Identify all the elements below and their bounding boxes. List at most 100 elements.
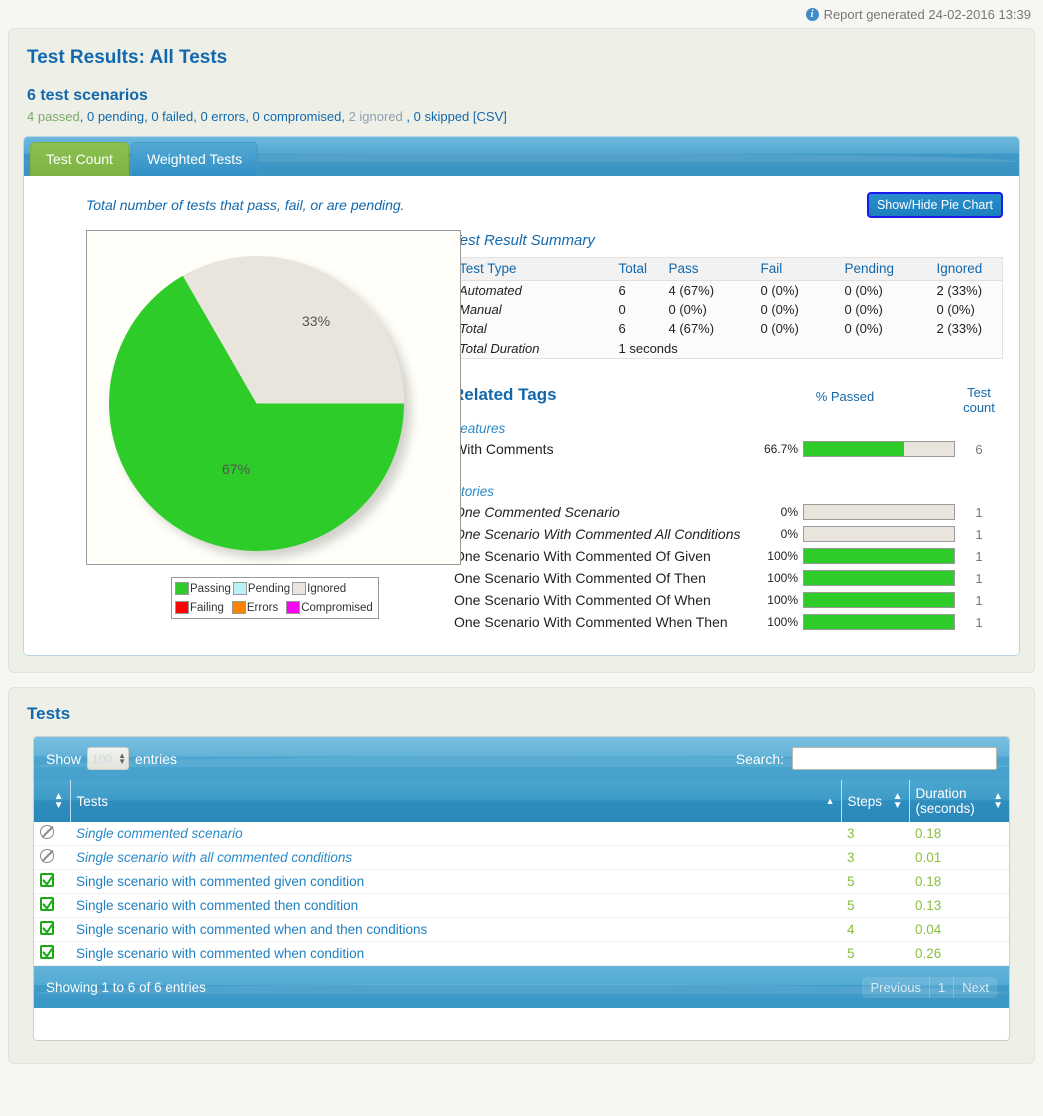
tag-name[interactable]: One Scenario With Commented Of Then — [452, 570, 751, 586]
row-duration-cell: 0.26 — [909, 941, 1009, 966]
tests-col-steps[interactable]: Steps ▲ ▼ — [841, 780, 910, 822]
legend-swatch-failing — [175, 601, 189, 614]
report-generated-bar: i Report generated 24-02-2016 13:39 — [0, 0, 1043, 28]
legend-label-failing: Failing — [190, 601, 224, 614]
summary-ignored-total: 2 (33%) — [936, 321, 983, 336]
search-input[interactable] — [792, 747, 997, 770]
test-result-summary-table: Test Type Total Pass Fail Pending Ignore… — [452, 257, 1003, 359]
test-link[interactable]: Single scenario with commented then cond… — [76, 898, 358, 913]
tag-name[interactable]: With Comments — [452, 441, 751, 457]
legend-swatch-errors — [231, 601, 246, 614]
sort-asc-icon[interactable]: ▲ — [826, 796, 835, 806]
ignored-icon — [40, 825, 54, 839]
test-count-header-line2: count — [963, 400, 995, 415]
sort-icon[interactable]: ▲ ▼ — [993, 792, 1003, 811]
page-title: Test Results: All Tests — [27, 47, 228, 68]
test-link[interactable]: Single scenario with all commented condi… — [76, 850, 352, 865]
tag-row: One Scenario With Commented All Conditio… — [452, 523, 1003, 545]
legend-item-pending: Pending — [232, 582, 291, 595]
sort-icon[interactable]: ▲ ▼ — [893, 792, 903, 811]
test-link[interactable]: Single commented scenario — [76, 826, 243, 841]
tests-col-name[interactable]: Tests ▲ — [70, 780, 842, 822]
tests-table-header-row: ▲ ▼ Tests ▲ Steps ▲ ▼ Duration (seconds)… — [34, 780, 1009, 822]
summary-col-pass: Pass — [662, 257, 755, 281]
tag-progress-bar — [803, 614, 955, 630]
summary-col-test-type: Test Type — [452, 257, 613, 281]
row-name-cell: Single commented scenario — [70, 822, 841, 846]
test-results-panel: Test Results: All Tests 6 test scenarios… — [8, 28, 1035, 673]
tab-weighted-tests[interactable]: Weighted Tests — [130, 142, 259, 176]
pagination-previous[interactable]: Previous — [862, 976, 930, 998]
tests-col-duration-label: Duration (seconds) — [916, 786, 975, 816]
summary-row-total: Total 6 4 (67%) 0 (0%) 0 (0%) 2 (33%) — [453, 319, 1003, 338]
summary-column: Test Result Summary Test Type Total Pass… — [440, 230, 1003, 633]
table-row: Single scenario with commented then cond… — [34, 893, 1009, 918]
tag-row: One Commented Scenario 0% 1 — [452, 501, 1003, 523]
tests-col-name-label: Tests — [76, 793, 109, 809]
tag-name[interactable]: One Scenario With Commented Of Given — [452, 548, 751, 564]
tag-percent: 100% — [767, 549, 798, 563]
legend-swatch-ignored — [292, 582, 307, 595]
show-hide-pie-chart-button[interactable]: Show/Hide Pie Chart — [866, 192, 1003, 218]
test-link[interactable]: Single scenario with commented when and … — [76, 922, 427, 937]
pct-passed-header: % Passed — [815, 389, 875, 404]
csv-link[interactable]: [CSV] — [473, 109, 507, 124]
tag-percent: 0% — [780, 527, 798, 541]
passed-icon — [40, 897, 54, 911]
legend-label-pending: Pending — [247, 582, 291, 595]
tag-name[interactable]: One Commented Scenario — [452, 504, 751, 520]
summary-total-manual: 0 — [618, 302, 626, 317]
row-duration-cell: 0.18 — [909, 869, 1009, 894]
test-link[interactable]: Single scenario with commented when cond… — [76, 946, 364, 961]
row-steps-cell: 3 — [841, 845, 909, 870]
summary-duration-value: 1 seconds — [618, 341, 678, 356]
legend-item-failing: Failing — [175, 601, 224, 614]
tab-test-count[interactable]: Test Count — [30, 142, 129, 176]
tab-panel-columns: 67% 33% Passing Pending Ignored Failing … — [40, 230, 1003, 633]
page-length-select[interactable]: 100 ▲ ▼ — [87, 747, 130, 770]
tag-percent: 66.7% — [763, 442, 798, 456]
pagination-page-1[interactable]: 1 — [929, 976, 954, 998]
tag-row: One Scenario With Commented Of Then 100%… — [452, 567, 1003, 589]
summary-type-total: Total — [459, 321, 487, 336]
row-name-cell: Single scenario with commented then cond… — [70, 893, 841, 918]
spinner-icon[interactable]: ▲ ▼ — [118, 751, 126, 765]
pie-chart-box: 67% 33% — [86, 230, 461, 565]
pagination: Previous 1 Next — [862, 976, 997, 998]
sort-icon[interactable]: ▲ ▼ — [54, 792, 64, 811]
tag-test-count: 6 — [975, 441, 983, 457]
test-link[interactable]: Single scenario with commented given con… — [76, 874, 364, 889]
tag-test-count: 1 — [975, 526, 983, 542]
tag-name[interactable]: One Scenario With Commented All Conditio… — [452, 526, 751, 542]
tag-name[interactable]: One Scenario With Commented Of When — [452, 592, 751, 608]
tag-progress-fill — [804, 549, 954, 563]
tag-progress-fill — [804, 593, 954, 607]
legend-swatch-passing — [175, 582, 189, 595]
tests-col-status[interactable]: ▲ ▼ — [34, 780, 71, 822]
scenario-count-heading: 6 test scenarios — [27, 87, 148, 104]
test-result-summary-title: Test Result Summary — [452, 232, 595, 249]
legend-swatch-pending — [232, 582, 247, 595]
tag-progress-bar — [803, 526, 955, 542]
row-name-cell: Single scenario with commented given con… — [70, 869, 841, 894]
row-steps-cell: 4 — [841, 917, 909, 942]
duration-label-line1: Duration — [915, 786, 967, 801]
passed-icon — [40, 873, 54, 887]
legend-row-top: Passing Pending Ignored — [175, 580, 375, 597]
info-icon: i — [805, 7, 819, 21]
tests-col-duration[interactable]: Duration (seconds) ▲ ▼ — [909, 780, 1009, 822]
test-count-header: Test count — [955, 385, 1003, 415]
tag-test-count: 1 — [975, 592, 983, 608]
pie-slice-label-passing: 67% — [222, 461, 251, 477]
row-name-cell: Single scenario with commented when and … — [70, 917, 841, 942]
tag-test-count: 1 — [975, 614, 983, 630]
summary-pending-manual: 0 (0%) — [844, 302, 883, 317]
tag-test-count: 1 — [975, 504, 983, 520]
tag-test-count: 1 — [975, 570, 983, 586]
tag-name[interactable]: One Scenario With Commented When Then — [452, 614, 751, 630]
summary-duration-label: Total Duration — [459, 341, 540, 356]
row-name-cell: Single scenario with all commented condi… — [70, 845, 841, 870]
tests-col-steps-label: Steps — [847, 793, 883, 809]
pagination-next[interactable]: Next — [953, 976, 997, 998]
summary-header-row: Test Type Total Pass Fail Pending Ignore… — [452, 257, 1003, 281]
